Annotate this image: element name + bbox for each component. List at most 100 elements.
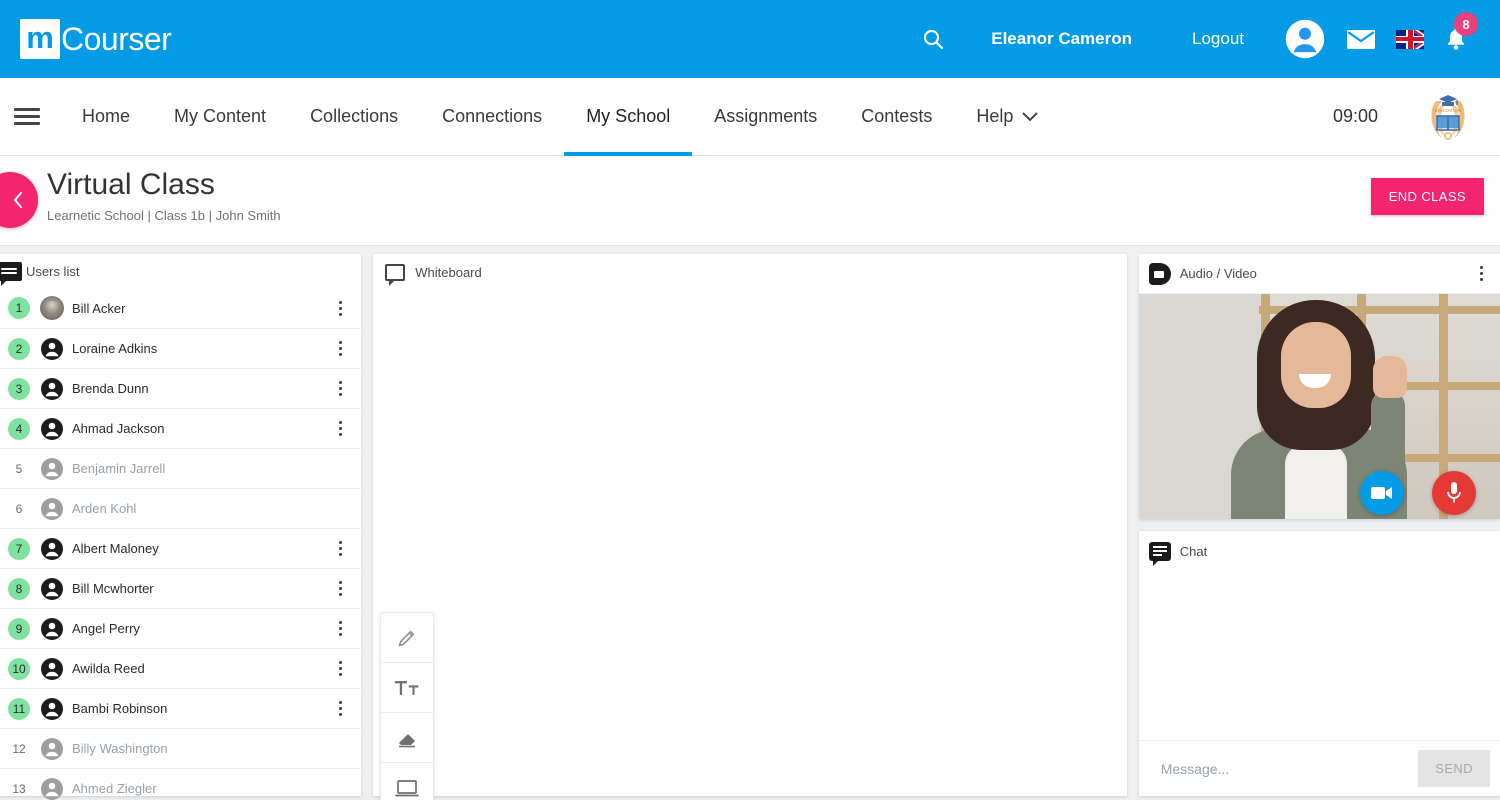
- user-row[interactable]: 8 Bill Mcwhorter: [0, 568, 362, 608]
- user-number-badge: 12: [12, 741, 26, 756]
- chat-input-row: SEND: [1138, 740, 1500, 796]
- person-icon: [40, 777, 64, 800]
- chat-icon: [1148, 541, 1171, 566]
- nav-item-connections[interactable]: Connections: [420, 78, 564, 156]
- account-circle-icon[interactable]: [1274, 18, 1336, 60]
- nav-item-collections[interactable]: Collections: [288, 78, 420, 156]
- user-row[interactable]: 4 Ahmad Jackson: [0, 408, 362, 448]
- chat-header: Chat: [1139, 531, 1500, 571]
- user-row-menu-icon[interactable]: [331, 661, 349, 676]
- user-row-menu-icon[interactable]: [331, 541, 349, 556]
- user-name: Bill Acker: [72, 300, 126, 316]
- user-number-badge: 13: [12, 781, 26, 796]
- person-icon: [40, 697, 64, 721]
- svg-text:EDUCATION: EDUCATION: [1435, 108, 1461, 113]
- whiteboard-toolbar: [380, 612, 435, 800]
- person-icon: [40, 377, 64, 401]
- user-row[interactable]: 9 Angel Perry: [0, 608, 362, 648]
- person-shirt: [1284, 444, 1347, 519]
- user-row-menu-icon[interactable]: [331, 381, 349, 396]
- microphone-icon[interactable]: [1432, 471, 1476, 515]
- user-row[interactable]: 7 Albert Maloney: [0, 528, 362, 568]
- user-row-menu-icon[interactable]: [331, 581, 349, 596]
- person-icon: [40, 577, 64, 601]
- end-class-button[interactable]: END CLASS: [1370, 178, 1484, 215]
- users-list-title: Users list: [26, 263, 80, 279]
- user-number-badge: 6: [15, 501, 23, 516]
- logo-mark: m: [20, 19, 60, 59]
- nav-item-contests[interactable]: Contests: [839, 78, 954, 156]
- video-camera-icon[interactable]: [1360, 471, 1404, 515]
- pencil-tool-icon[interactable]: [381, 613, 434, 663]
- user-photo-avatar: [40, 296, 64, 320]
- user-row-menu-icon[interactable]: [331, 621, 349, 636]
- nav-item-my-school[interactable]: My School: [564, 78, 693, 156]
- user-name: Albert Maloney: [72, 541, 159, 556]
- user-row[interactable]: 2 Loraine Adkins: [0, 328, 362, 368]
- user-name: Angel Perry: [72, 621, 140, 636]
- user-row[interactable]: 12 Billy Washington: [0, 728, 362, 768]
- uk-flag-icon[interactable]: [1386, 29, 1434, 49]
- user-name: Arden Kohl: [72, 501, 137, 516]
- user-name: Ahmed Ziegler: [72, 781, 157, 796]
- user-row[interactable]: 13 Ahmed Ziegler: [0, 768, 362, 800]
- board-tool-icon[interactable]: [381, 763, 433, 800]
- current-user-name[interactable]: Eleanor Cameron: [961, 29, 1162, 49]
- mail-icon[interactable]: [1336, 27, 1386, 51]
- user-number-badge: 10: [8, 657, 30, 680]
- back-button[interactable]: [0, 172, 38, 228]
- notifications-bell-icon[interactable]: 8: [1434, 12, 1478, 52]
- chevron-down-icon: [1022, 111, 1039, 121]
- user-row[interactable]: 10 Awilda Reed: [0, 648, 362, 688]
- user-number-badge: 8: [8, 577, 30, 600]
- person-face: [1280, 322, 1351, 408]
- search-icon[interactable]: [905, 27, 961, 51]
- chat-send-button[interactable]: SEND: [1418, 750, 1490, 787]
- top-bar: m Courser Eleanor Cameron Logout 8: [0, 0, 1500, 78]
- chat-panel: Chat SEND: [1138, 531, 1500, 796]
- eraser-tool-icon[interactable]: [381, 713, 434, 763]
- text-tool-icon[interactable]: [381, 663, 434, 713]
- audio-video-panel: Audio / Video: [1138, 254, 1500, 519]
- user-number-badge: 11: [8, 697, 30, 720]
- logout-link[interactable]: Logout: [1162, 29, 1274, 49]
- whiteboard-title: Whiteboard: [415, 264, 482, 280]
- user-row-menu-icon[interactable]: [331, 300, 349, 316]
- video-feed[interactable]: [1138, 294, 1500, 519]
- audio-video-menu-icon[interactable]: [1472, 266, 1490, 281]
- app-logo[interactable]: m Courser: [20, 19, 172, 59]
- chevron-left-icon: [13, 192, 22, 208]
- users-list-panel: Users list 1 Bill Acker 2 Loraine Adkins 3 Br…: [0, 254, 362, 800]
- whiteboard-canvas[interactable]: [373, 290, 1127, 796]
- page-subtitle: Learnetic School | Class 1b | John Smith: [47, 208, 281, 223]
- user-name: Loraine Adkins: [72, 341, 158, 356]
- user-row-menu-icon[interactable]: [331, 421, 349, 436]
- hamburger-menu-icon[interactable]: [14, 104, 40, 129]
- user-number-badge: 2: [8, 337, 30, 360]
- user-number-badge: 5: [15, 461, 23, 476]
- person-icon: [40, 537, 64, 561]
- user-row[interactable]: 6 Arden Kohl: [0, 488, 362, 528]
- user-row-menu-icon[interactable]: [331, 701, 349, 716]
- class-clock: 09:00: [1332, 106, 1378, 126]
- whiteboard-panel: Whiteboard: [373, 254, 1127, 800]
- chat-messages: [1139, 571, 1500, 740]
- user-row[interactable]: 1 Bill Acker: [0, 288, 361, 328]
- user-row[interactable]: 3 Brenda Dunn: [0, 368, 362, 408]
- audio-video-header: Audio / Video: [1138, 254, 1500, 294]
- user-row-menu-icon[interactable]: [331, 341, 349, 356]
- person-arm: [1370, 390, 1405, 482]
- user-row[interactable]: 5 Benjamin Jarrell: [0, 448, 362, 488]
- user-number-badge: 3: [8, 377, 30, 400]
- users-list-rows: 1 Bill Acker 2 Loraine Adkins 3 Brenda Dunn 4 A…: [0, 288, 362, 800]
- main-content: Users list 1 Bill Acker 2 Loraine Adkins 3 Br…: [0, 246, 1500, 800]
- user-number-badge: 1: [8, 297, 30, 319]
- nav-item-assignments[interactable]: Assignments: [692, 78, 839, 156]
- chat-message-input[interactable]: [1160, 760, 1419, 777]
- user-row[interactable]: 11 Bambi Robinson: [0, 688, 362, 728]
- nav-item-my-content[interactable]: My Content: [152, 78, 288, 156]
- nav-item-help-label: Help: [976, 106, 1014, 126]
- person-icon: [40, 337, 64, 361]
- nav-item-home[interactable]: Home: [60, 78, 152, 156]
- nav-item-help[interactable]: Help: [954, 78, 1060, 156]
